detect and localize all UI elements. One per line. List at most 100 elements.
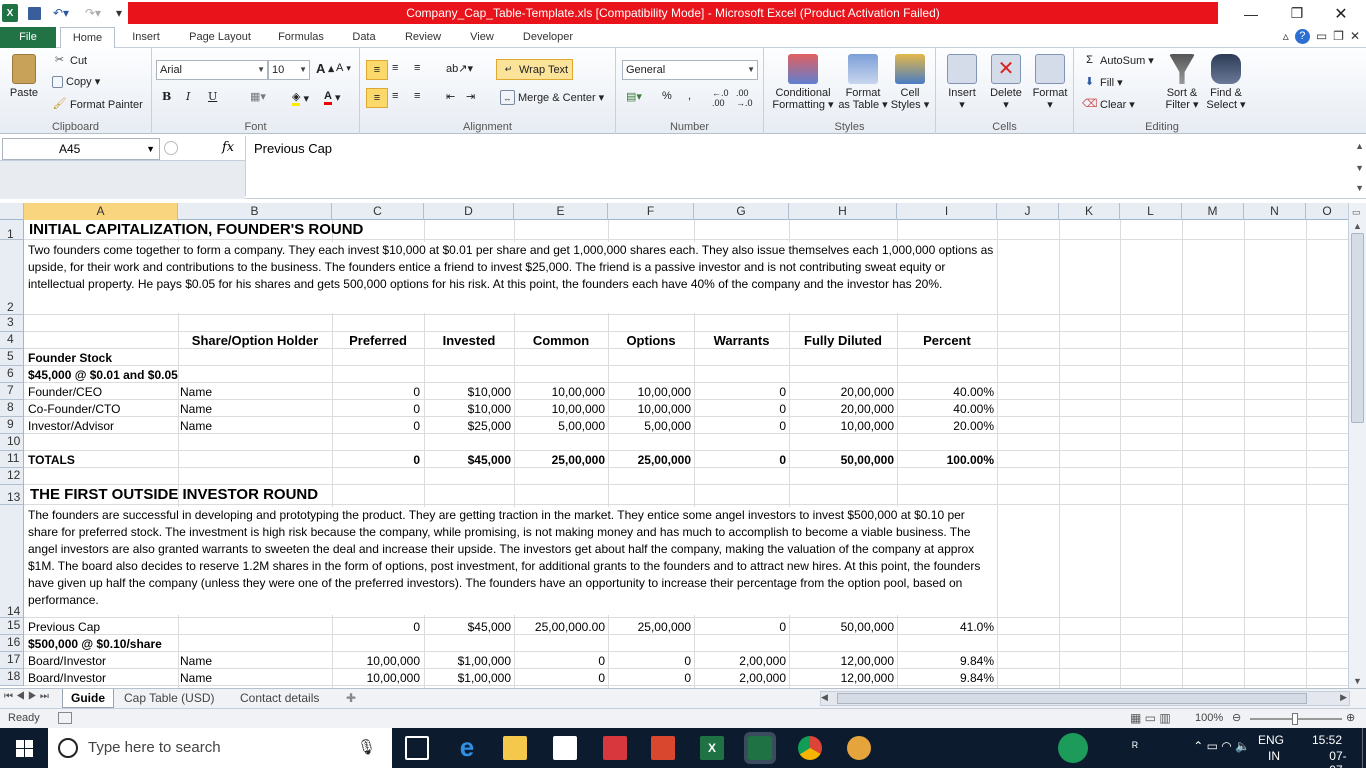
row-header-13[interactable]: 13 <box>0 485 24 505</box>
task-view-icon[interactable] <box>405 736 429 760</box>
row-header-2[interactable]: 2 <box>0 240 24 315</box>
cell-invested[interactable]: $25,000 <box>424 418 511 434</box>
cell-totals-invested[interactable]: $45,000 <box>424 452 511 468</box>
align-right-icon[interactable]: ≡ <box>414 90 420 102</box>
tab-data[interactable]: Data <box>344 27 384 48</box>
cell-common[interactable]: 25,00,000.00 <box>514 619 605 635</box>
label-founder-stock[interactable]: Founder Stock <box>28 350 112 366</box>
column-header-k[interactable]: K <box>1059 203 1120 220</box>
cell-preferred[interactable]: 10,00,000 <box>332 653 420 669</box>
column-header-l[interactable]: L <box>1120 203 1182 220</box>
redo-icon[interactable]: ↷▾ <box>82 4 104 22</box>
zoom-in-icon[interactable]: ⊕ <box>1346 711 1355 724</box>
cell-common[interactable]: 5,00,000 <box>514 418 605 434</box>
cell-warrants[interactable]: 0 <box>694 418 786 434</box>
row-header-4[interactable]: 4 <box>0 332 24 349</box>
row-header-15[interactable]: 15 <box>0 618 24 635</box>
cell-holder[interactable]: Previous Cap <box>28 619 100 635</box>
cell-totals-label[interactable]: TOTALS <box>28 452 75 468</box>
doc-restore-icon[interactable]: ❐ <box>1333 29 1344 44</box>
header-percent[interactable]: Percent <box>897 333 997 349</box>
cell-name[interactable]: Name <box>180 418 212 434</box>
row-header-3[interactable]: 3 <box>0 315 24 332</box>
language-code[interactable]: ENG <box>1258 733 1284 747</box>
clock-time[interactable]: 15:52 <box>1312 733 1342 747</box>
cell-warrants[interactable]: 2,00,000 <box>694 653 786 669</box>
taskbar-search[interactable]: Type here to search 🎙 <box>48 728 392 768</box>
cell-common[interactable]: 0 <box>514 670 605 686</box>
sheet-tab-guide[interactable]: Guide <box>62 689 115 708</box>
align-left-icon[interactable]: ≡ <box>366 88 388 108</box>
cell-name[interactable]: Name <box>180 401 212 417</box>
description-founders-round[interactable]: Two founders come together to form a com… <box>28 242 994 313</box>
header-options[interactable]: Options <box>608 333 694 349</box>
paste-button[interactable]: Paste <box>6 54 42 99</box>
align-center-icon[interactable]: ≡ <box>392 90 398 102</box>
hscroll-left-icon[interactable]: ◀ <box>821 692 828 703</box>
header-warrants[interactable]: Warrants <box>694 333 789 349</box>
doc-minimize-icon[interactable]: ▭ <box>1316 29 1327 44</box>
save-icon[interactable] <box>26 4 42 22</box>
conditional-formatting-button[interactable]: Conditional Formatting ▾ <box>768 54 838 111</box>
health-monitor-icon[interactable] <box>1058 733 1088 763</box>
vertical-scrollbar[interactable]: ▭ ▲ ▼ <box>1348 203 1366 688</box>
row-header-17[interactable]: 17 <box>0 652 24 669</box>
tab-formulas[interactable]: Formulas <box>270 27 332 48</box>
cell-styles-button[interactable]: Cell Styles ▾ <box>888 54 932 111</box>
section-title-first-outside[interactable]: THE FIRST OUTSIDE INVESTOR ROUND <box>30 487 318 503</box>
macro-record-icon[interactable] <box>58 712 72 724</box>
cell-percent[interactable]: 9.84% <box>897 653 994 669</box>
increase-decimal-icon[interactable]: ←.0.00 <box>712 88 729 108</box>
header-common[interactable]: Common <box>514 333 608 349</box>
column-header-o[interactable]: O <box>1306 203 1348 220</box>
fill-color-icon[interactable]: ◈ ▾ <box>292 90 309 106</box>
formula-expand-icon[interactable]: ▼ <box>1355 183 1364 193</box>
row-header-10[interactable]: 10 <box>0 434 24 451</box>
cell-common[interactable]: 10,00,000 <box>514 401 605 417</box>
zoom-level[interactable]: 100% <box>1195 712 1223 724</box>
underline-button[interactable]: U <box>208 90 217 103</box>
row-header-6[interactable]: 6 <box>0 366 24 383</box>
cell-fully-diluted[interactable]: 12,00,000 <box>789 653 894 669</box>
cell-invested[interactable]: $45,000 <box>424 619 511 635</box>
tray-icons[interactable]: ⌃ ▭ ◠ 🔈 <box>1193 739 1250 753</box>
section-title-initial[interactable]: INITIAL CAPITALIZATION, FOUNDER'S ROUND <box>29 222 363 238</box>
column-header-f[interactable]: F <box>608 203 694 220</box>
cell-options[interactable]: 10,00,000 <box>608 401 691 417</box>
people-icon[interactable]: ᴿ <box>1132 739 1138 754</box>
cell-holder[interactable]: Investor/Advisor <box>28 418 114 434</box>
align-middle-icon[interactable]: ≡ <box>392 62 398 74</box>
doc-close-icon[interactable]: ✕ <box>1350 29 1360 44</box>
decrease-decimal-icon[interactable]: .00 →.0 <box>736 88 753 108</box>
cell-percent[interactable]: 20.00% <box>897 418 994 434</box>
row-header-1[interactable]: 1 <box>0 220 24 241</box>
excel-active-icon[interactable] <box>744 732 776 764</box>
tab-view[interactable]: View <box>460 27 504 48</box>
cell-preferred[interactable]: 0 <box>332 401 420 417</box>
orientation-icon[interactable]: ab↗▾ <box>446 62 473 75</box>
sort-filter-button[interactable]: Sort & Filter ▾ <box>1160 54 1204 111</box>
decrease-indent-icon[interactable]: ⇤ <box>446 90 455 103</box>
formula-scroll-up-icon[interactable]: ▲ <box>1355 141 1364 151</box>
view-buttons-icons[interactable]: ▦ ▭ ▥ <box>1130 711 1171 725</box>
cell-totals-preferred[interactable]: 0 <box>332 452 420 468</box>
header-holder[interactable]: Share/Option Holder <box>178 333 332 349</box>
file-explorer-icon[interactable] <box>503 736 527 760</box>
column-header-b[interactable]: B <box>178 203 332 220</box>
cell-percent[interactable]: 41.0% <box>897 619 994 635</box>
minimize-button[interactable]: — <box>1228 0 1274 27</box>
cell-fully-diluted[interactable]: 20,00,000 <box>789 401 894 417</box>
find-select-button[interactable]: Find & Select ▾ <box>1204 54 1248 111</box>
cut-button[interactable]: ✂ Cut <box>52 53 87 68</box>
row-header-14[interactable]: 14 <box>0 505 24 618</box>
cell-percent[interactable]: 40.00% <box>897 384 994 400</box>
excel-taskbar-icon[interactable]: X <box>700 736 724 760</box>
delete-cells-button[interactable]: ✕ Delete ▾ <box>984 54 1028 111</box>
customize-qat-icon[interactable]: ▾ <box>114 4 124 22</box>
mail-app-icon[interactable] <box>603 736 627 760</box>
cell-invested[interactable]: $10,000 <box>424 401 511 417</box>
cell-preferred[interactable]: 0 <box>332 418 420 434</box>
sheet-tab-cap-table[interactable]: Cap Table (USD) <box>116 689 222 708</box>
name-box-dropdown-icon[interactable]: ▼ <box>146 139 155 159</box>
sheet-tab-contact[interactable]: Contact details <box>232 689 327 708</box>
